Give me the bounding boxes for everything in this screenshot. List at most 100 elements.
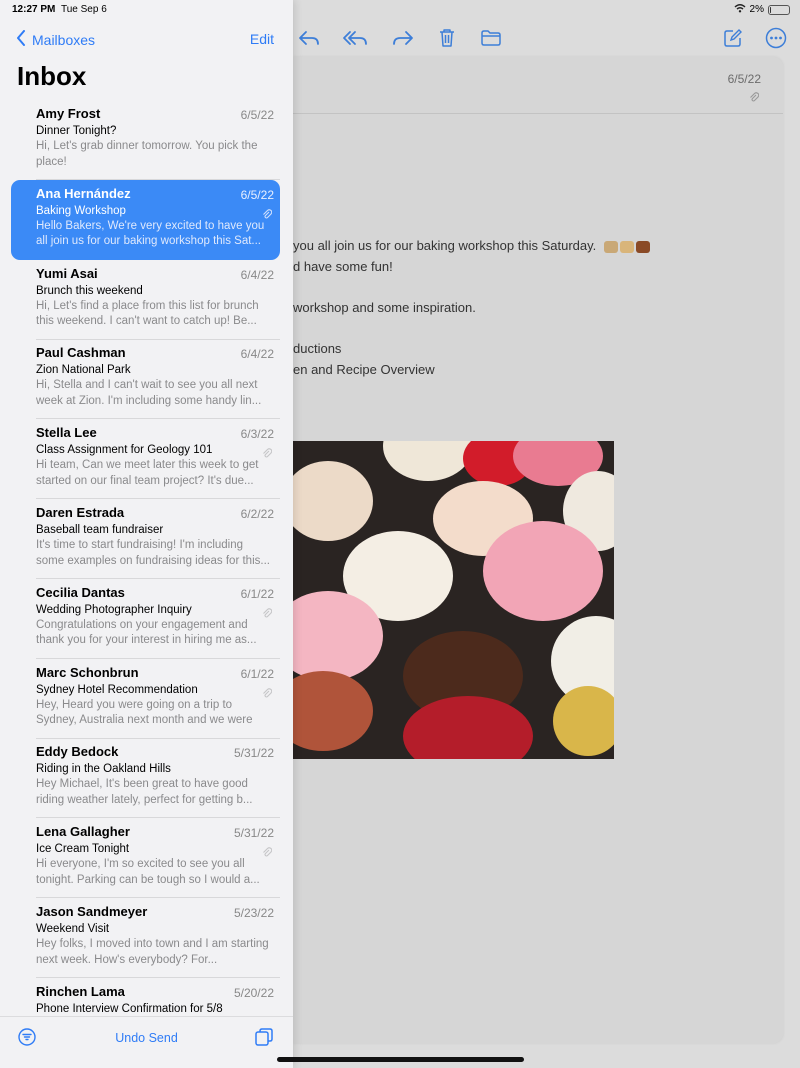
message-line-2: d have some fun! [293, 259, 393, 274]
paperclip-icon [262, 606, 273, 624]
mail-subject: Class Assignment for Geology 101 [36, 444, 213, 457]
mail-list-item[interactable]: Lena Gallagher 5/31/22 Ice Cream Tonight Hi… [11, 818, 280, 899]
cupcakes-photo[interactable] [293, 441, 614, 759]
mail-sender: Marc Schonbrun [36, 664, 139, 680]
mail-preview: Hi everyone, I'm so excited to see you a… [36, 858, 260, 886]
mail-list-item[interactable]: Eddy Bedock 5/31/22 Riding in the Oakland … [11, 738, 280, 819]
mail-preview: Hi, Let's grab dinner tomorrow. You pick… [36, 140, 258, 168]
forward-icon[interactable] [389, 24, 417, 52]
bottom-bar: Undo Send [0, 1016, 293, 1068]
emoji-group [603, 240, 650, 253]
mail-date: 5/23/22 [233, 906, 274, 920]
mail-subject: Zion National Park [36, 364, 131, 377]
chevron-left-icon [16, 30, 26, 49]
home-indicator[interactable] [277, 1057, 524, 1062]
mail-subject: Brunch this weekend [36, 284, 143, 297]
battery-percent: 2% [749, 4, 764, 15]
reply-all-icon[interactable] [341, 24, 369, 52]
compose-icon[interactable] [719, 24, 747, 52]
mail-list-item[interactable]: Yumi Asai 6/4/22 Brunch this weekend Hi, Le… [11, 260, 280, 340]
mail-date: 6/3/22 [240, 427, 274, 442]
mail-date: 6/1/22 [240, 586, 274, 601]
mail-date: 6/5/22 [240, 187, 274, 202]
mail-list-item[interactable]: Amy Frost 6/5/22 Dinner Tonight? Hi, Let's … [11, 100, 280, 180]
mail-subject: Wedding Photographer Inquiry [36, 603, 192, 616]
mail-preview: Hi team, Can we meet later this week to … [36, 459, 259, 487]
mail-preview: Hello Bakers, We're very excited to have… [36, 219, 265, 248]
battery-icon [768, 4, 790, 15]
undo-send-button[interactable]: Undo Send [0, 1031, 293, 1045]
mail-list-item[interactable]: Cecilia Dantas 6/1/22 Wedding Photographer… [11, 579, 280, 659]
header-divider [293, 113, 783, 114]
mail-preview: Hey Michael, It's been great to have goo… [36, 778, 253, 806]
mail-sender: Amy Frost [36, 106, 101, 121]
message-card: 6/5/22 you all join us for our baking wo… [293, 57, 783, 1043]
mail-list-item[interactable]: Daren Estrada 6/2/22 Baseball team fundrai… [11, 499, 280, 579]
mail-list-item[interactable]: Paul Cashman 6/4/22 Zion National Park Hi, … [11, 339, 280, 420]
mail-list-item[interactable]: Stella Lee 6/3/22 Class Assignment for Geo… [11, 419, 280, 500]
message-line-4: ductions [293, 341, 342, 356]
mail-subject: Baking Workshop [36, 204, 126, 217]
message-pane: 6/5/22 you all join us for our baking wo… [293, 0, 800, 1068]
mail-date: 6/2/22 [240, 507, 274, 521]
mail-subject: Phone Interview Confirmation for 5/8 [36, 1002, 223, 1015]
mail-preview: Hey, Heard you were going on a trip to S… [36, 698, 253, 727]
cake-emoji [619, 240, 634, 253]
mail-subject: Dinner Tonight? [36, 125, 117, 137]
mail-sender: Daren Estrada [36, 505, 125, 520]
status-bar: 12:27 PM Tue Sep 6 2% [0, 0, 800, 18]
mail-date: 5/20/22 [233, 985, 274, 1000]
message-toolbar [293, 24, 800, 54]
multitask-icon[interactable] [254, 1027, 274, 1052]
mail-sender: Yumi Asai [36, 265, 98, 281]
more-icon[interactable] [762, 24, 790, 52]
status-date: Tue Sep 6 [61, 4, 107, 15]
mail-sender: Cecilia Dantas [36, 584, 125, 600]
mail-date: 6/1/22 [240, 666, 274, 681]
paperclip-icon [262, 446, 273, 464]
back-to-mailboxes-button[interactable]: Mailboxes [16, 30, 95, 49]
paperclip-icon [749, 90, 760, 108]
mailbox-sidebar: Mailboxes Edit Inbox Amy Frost 6/5/22 Dinn… [0, 0, 293, 1068]
mail-list-item[interactable]: Marc Schonbrun 6/1/22 Sydney Hotel Recomme… [11, 659, 280, 739]
edit-button[interactable]: Edit [250, 31, 274, 47]
mail-preview: Congratulations on your engagement and t… [36, 618, 257, 647]
mail-list-item[interactable]: Rinchen Lama 5/20/22 Phone Interview Confi… [11, 978, 280, 1016]
message-line-3: workshop and some inspiration. [293, 300, 476, 315]
mail-subject: Weekend Visit [36, 923, 110, 935]
pie-emoji [635, 240, 650, 253]
mail-date: 5/31/22 [233, 826, 274, 841]
mail-date: 6/5/22 [240, 108, 274, 122]
paperclip-icon [262, 686, 273, 704]
message-date: 6/5/22 [727, 72, 761, 86]
cupcake-emoji [603, 240, 618, 253]
mail-preview: Hey folks, I moved into town and I am st… [36, 938, 269, 966]
mail-sender: Paul Cashman [36, 345, 126, 361]
mail-date: 6/4/22 [240, 347, 274, 362]
mail-sender: Ana Hernández [36, 185, 131, 201]
status-right: 2% [734, 3, 790, 16]
mail-preview: Hi, Let's find a place from this list fo… [36, 299, 259, 328]
mail-date: 6/4/22 [240, 267, 274, 282]
mail-preview: Hi, Stella and I can't wait to see you a… [36, 379, 262, 407]
paperclip-icon [262, 845, 273, 863]
trash-icon[interactable] [433, 24, 461, 52]
mail-preview: It's time to start fundraising! I'm incl… [36, 539, 270, 567]
folder-icon[interactable] [477, 24, 505, 52]
mail-subject: Ice Cream Tonight [36, 843, 130, 856]
status-time: 12:27 PM [12, 4, 56, 15]
reply-icon[interactable] [295, 24, 323, 52]
wifi-icon [734, 3, 746, 16]
mail-date: 5/31/22 [233, 746, 274, 761]
mail-list-item[interactable]: Ana Hernández 6/5/22 Baking Workshop Hello … [11, 179, 280, 260]
back-label: Mailboxes [32, 31, 96, 48]
message-line-1: you all join us for our baking workshop … [293, 238, 650, 253]
mail-subject: Riding in the Oakland Hills [36, 763, 171, 776]
mail-list-item[interactable]: Jason Sandmeyer 5/23/22 Weekend Visit Hey f… [11, 898, 280, 978]
paperclip-icon [262, 207, 273, 225]
message-line-5: en and Recipe Overview [293, 362, 435, 377]
mail-subject: Sydney Hotel Recommendation [36, 683, 198, 696]
mail-sender: Stella Lee [36, 425, 97, 441]
mail-list: Amy Frost 6/5/22 Dinner Tonight? Hi, Let's … [0, 99, 293, 1016]
page-title: Inbox [17, 61, 87, 91]
